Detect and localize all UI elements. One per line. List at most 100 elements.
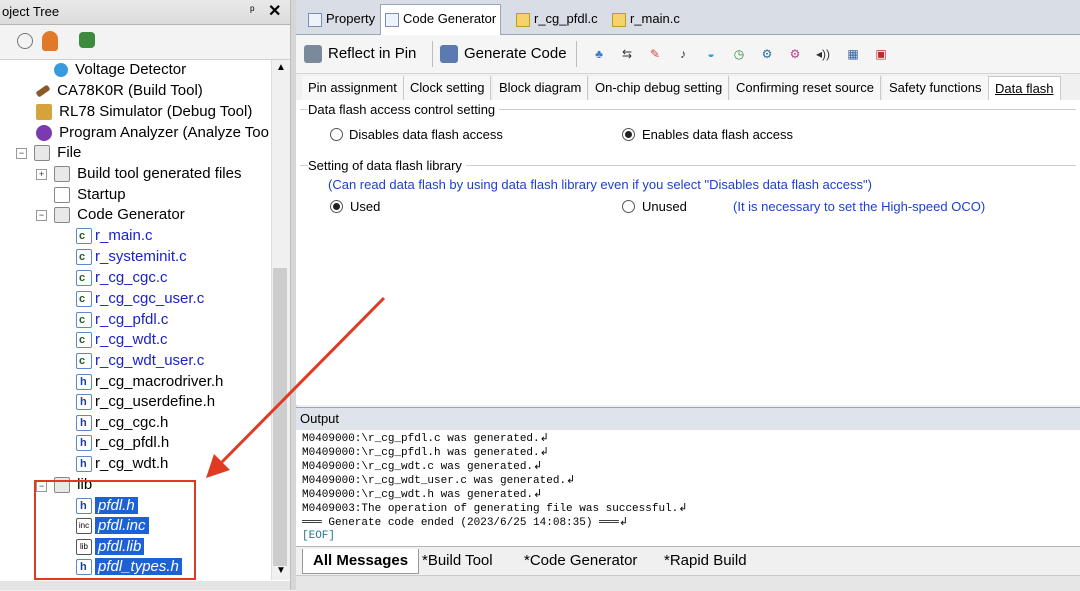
output-line: M0409000:\r_cg_wdt_user.c was generated.… [302,475,576,487]
output-titlebar: Output [296,407,1080,431]
tab-r-main-c[interactable]: r_main.c [608,6,684,32]
tree-item-file-h[interactable]: r_cg_pfdl.h [76,433,169,453]
tab-code-generator-output[interactable]: *Code Generator [514,549,647,573]
document-tabs: Property Code Generator r_cg_pfdl.c r_ma… [296,0,1080,35]
tab-safety-functions[interactable]: Safety functions [883,76,989,100]
tab-label: Property [326,11,376,26]
code-generator-toolbar: Reflect in Pin Generate Code ♣ ⇆ ✎ ♪ ◒ ◷… [296,35,1080,74]
scroll-up-icon[interactable]: ▲ [276,62,286,73]
debug-icon [36,104,52,121]
c-file-icon [76,247,92,267]
tab-block-diagram[interactable]: Block diagram [493,76,589,100]
library-unused-label: Unused [642,199,687,214]
tool-icon-11[interactable]: ▣ [872,45,890,63]
reflect-in-pin-button[interactable]: Reflect in Pin [304,41,416,67]
scroll-down-icon[interactable]: ▼ [276,565,286,576]
enable-flash-radio[interactable] [622,128,635,141]
tab-build-tool[interactable]: *Build Tool [412,549,503,573]
pin-icon[interactable]: ᵖ [250,3,255,17]
expand-build-generated-toggle[interactable]: + [36,169,47,180]
tab-label: Code Generator [403,11,497,26]
generate-code-icon [440,45,458,64]
tree-item-file-c[interactable]: r_cg_wdt.c [76,330,168,350]
source-file-icon [516,12,530,27]
tool-icon-7[interactable]: ⚙ [758,45,776,63]
tree-item-label: RL78 Simulator (Debug Tool) [59,103,253,120]
property-icon[interactable] [17,33,33,49]
c-file-icon [76,226,92,246]
tab-pin-assignment[interactable]: Pin assignment [302,76,404,100]
tool-icon-10[interactable]: ▦ [844,45,862,63]
tree-item-voltage-detector[interactable]: Voltage Detector [54,60,186,80]
c-file-icon [76,268,92,288]
close-icon[interactable]: ✕ [268,1,281,21]
tree-item-file-c[interactable]: r_cg_cgc.c [76,268,168,288]
tree-item-debug-tool[interactable]: RL78 Simulator (Debug Tool) [36,102,252,122]
tab-reset-source[interactable]: Confirming reset source [730,76,881,100]
collapse-code-generator-toggle[interactable]: − [36,210,47,221]
tree-item-file-h[interactable]: r_cg_cgc.h [76,413,168,433]
tab-data-flash[interactable]: Data flash [988,76,1061,102]
library-used-radio[interactable] [330,200,343,213]
source-file-icon [612,12,626,27]
c-file-icon [76,289,92,309]
tree-item-file-c[interactable]: r_systeminit.c [76,247,187,267]
tree-scroll-thumb[interactable] [273,268,287,566]
tree-item-build-tool[interactable]: CA78K0R (Build Tool) [35,81,203,101]
folder-icon [54,207,70,224]
tree-item-label: File [57,144,82,161]
tree-item-file[interactable]: File [34,143,81,163]
tree-item-file-c[interactable]: r_cg_cgc_user.c [76,289,204,309]
tree-item-file-c[interactable]: r_cg_wdt_user.c [76,351,204,371]
output-log[interactable]: M0409000:\r_cg_pfdl.c was generated.↲ M0… [296,430,1080,546]
tree-item-program-analyzer[interactable]: Program Analyzer (Analyze Tool [36,123,270,143]
tool-icon-3[interactable]: ✎ [646,45,664,63]
tree-horizontal-scrollbar[interactable] [0,581,290,590]
tool-icon-2[interactable]: ⇆ [618,45,636,63]
library-note: (Can read data flash by using data flash… [328,177,872,192]
library-unused-radio[interactable] [622,200,635,213]
tree-item-file-c[interactable]: r_cg_pfdl.c [76,310,168,330]
output-eof: [EOF] [302,530,336,542]
tree-item-file-h[interactable]: r_cg_macrodriver.h [76,372,223,392]
clock-icon[interactable]: ◷ [730,45,748,63]
tree-item-label: Build tool generated files [77,165,242,182]
collapse-file-toggle[interactable]: − [16,148,27,159]
tool-icon-4[interactable]: ♪ [674,45,692,63]
refresh-icon[interactable] [79,32,95,48]
hoco-note: (It is necessary to set the High-speed O… [733,199,986,214]
library-used-label: Used [350,199,381,214]
user-icon[interactable] [42,31,58,51]
h-file-icon [76,454,92,474]
tool-icon-1[interactable]: ♣ [590,45,608,63]
file-label: r_cg_userdefine.h [95,393,216,410]
file-label: r_cg_wdt_user.c [95,352,205,369]
tab-on-chip-debug[interactable]: On-chip debug setting [589,76,730,100]
sound-icon[interactable]: ◂)) [814,45,832,63]
output-line: ═══ Generate code ended (2023/6/25 14:08… [302,517,629,529]
tab-rapid-build[interactable]: *Rapid Build [654,549,757,573]
tree-item-build-generated[interactable]: Build tool generated files [54,164,241,184]
tab-all-messages[interactable]: All Messages [302,549,420,574]
tab-r-cg-pfdl-c[interactable]: r_cg_pfdl.c [512,6,602,32]
tree-item-file-c[interactable]: r_main.c [76,226,153,246]
code-generator-tab-icon [385,12,399,27]
disable-flash-radio[interactable] [330,128,343,141]
project-tree-toolbar [0,25,290,60]
tab-clock-setting[interactable]: Clock setting [404,76,492,100]
file-label: r_cg_macrodriver.h [95,373,224,390]
tree-item-startup[interactable]: Startup [54,185,126,205]
tree-item-label: CA78K0R (Build Tool) [57,82,203,99]
tab-code-generator[interactable]: Code Generator [380,4,502,35]
tree-item-code-generator[interactable]: Code Generator [54,205,185,225]
tool-icon-5[interactable]: ◒ [702,45,720,63]
file-label: r_cg_wdt.c [95,331,168,348]
tree-item-file-h[interactable]: r_cg_userdefine.h [76,392,215,412]
generate-code-button[interactable]: Generate Code [440,41,567,67]
tree-item-file-h[interactable]: r_cg_wdt.h [76,454,168,474]
tool-icon-8[interactable]: ⚙ [786,45,804,63]
output-title: Output [300,411,340,426]
tab-property[interactable]: Property [304,6,379,32]
output-line: M0409000:\r_cg_pfdl.h was generated.↲ [302,447,549,459]
tree-item-label: Startup [77,186,126,203]
